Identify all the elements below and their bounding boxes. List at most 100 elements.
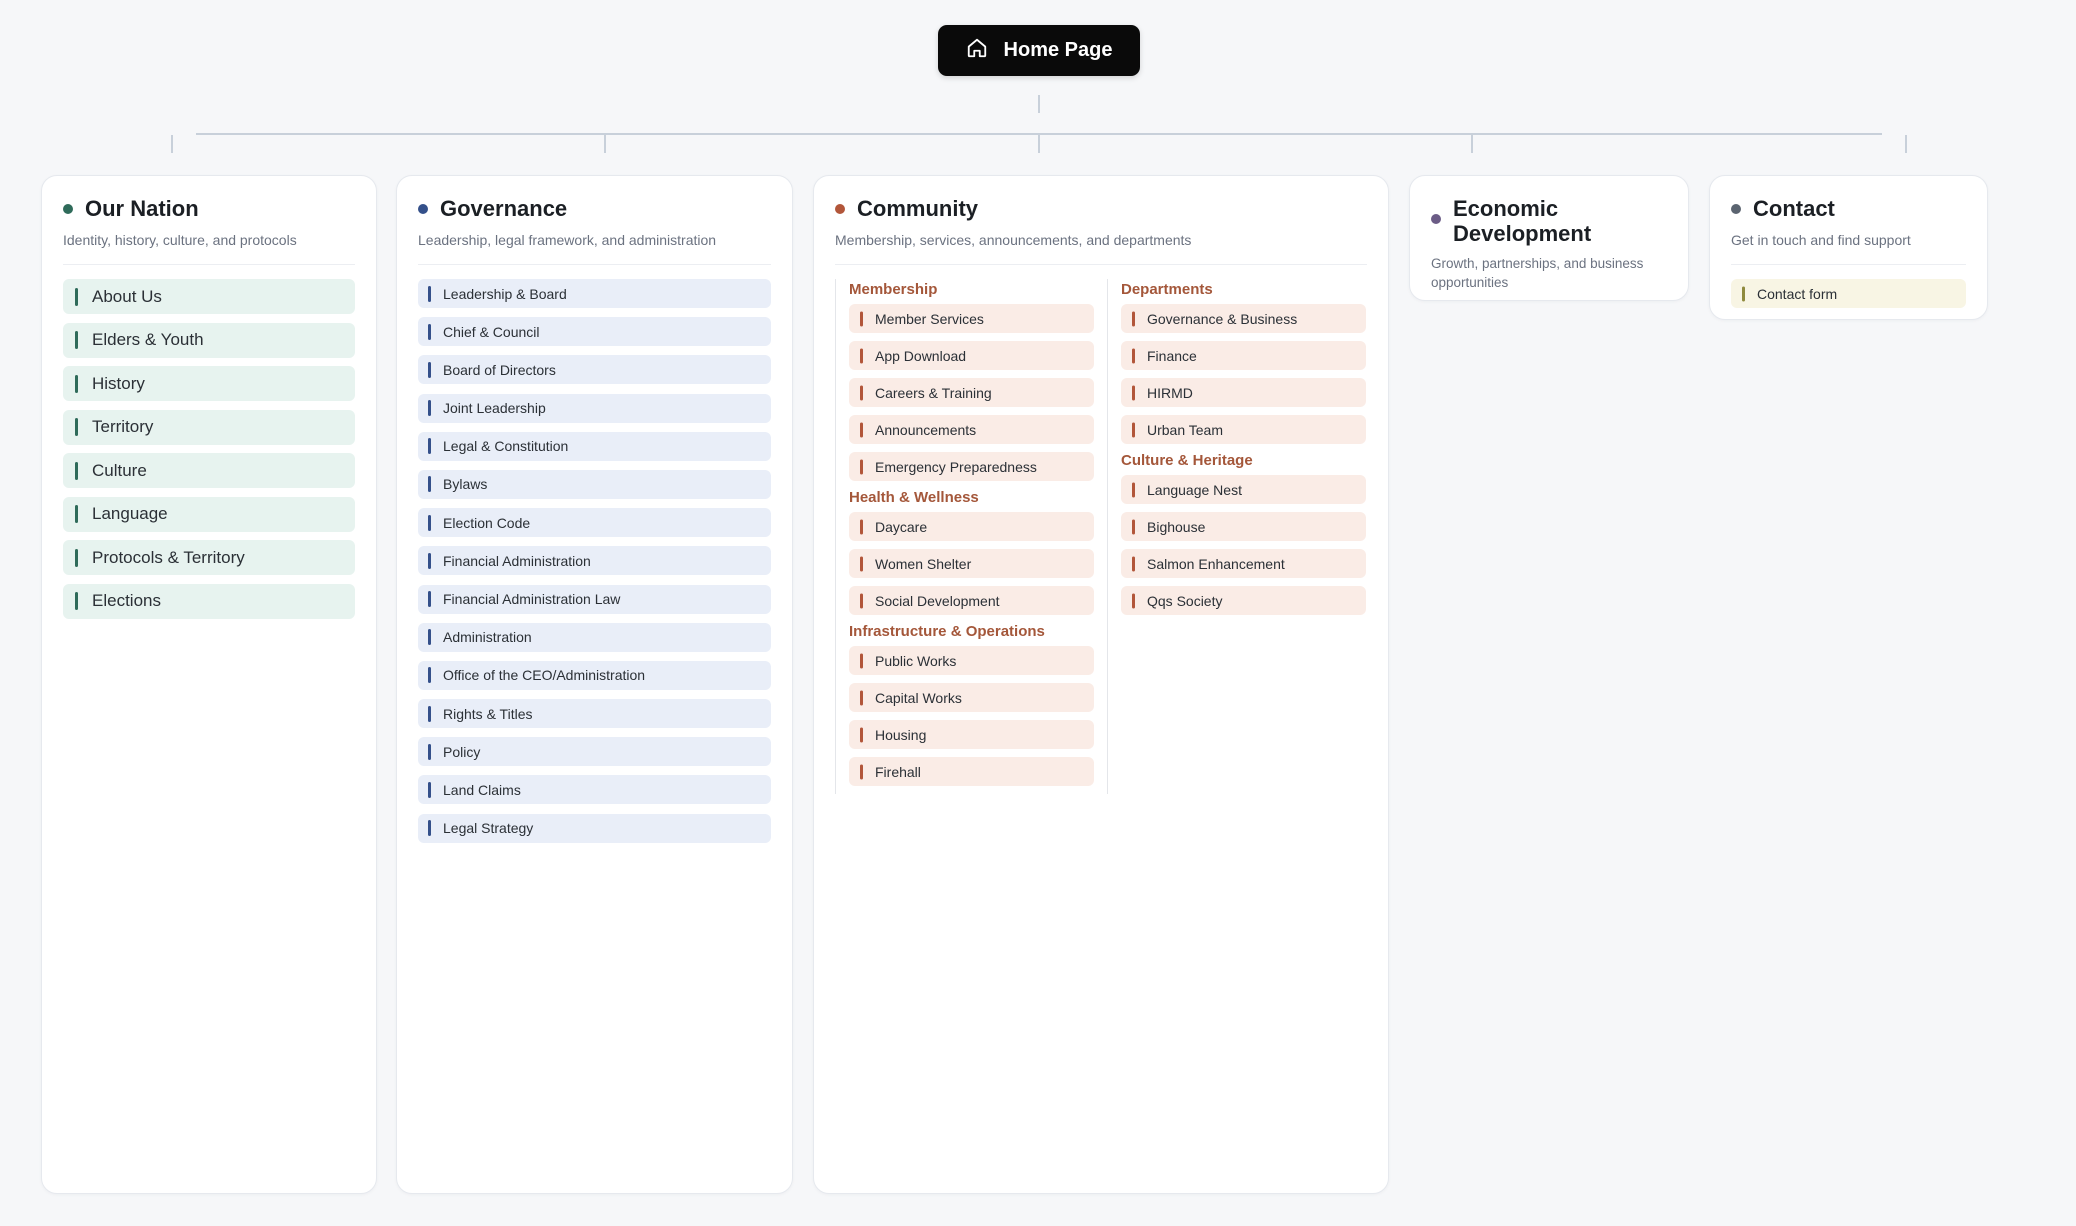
governance-item-policy[interactable]: Policy — [418, 737, 771, 767]
governance-item-land-claims[interactable]: Land Claims — [418, 775, 771, 805]
economic-development-subtitle: Growth, partnerships, and business oppor… — [1431, 256, 1644, 290]
item-accent-bar — [428, 743, 431, 760]
item-label: Leadership & Board — [443, 285, 567, 302]
community-subtitle: Membership, services, announcements, and… — [835, 232, 1192, 248]
item-label: About Us — [92, 286, 162, 306]
home-page-button[interactable]: Home Page — [938, 25, 1140, 76]
community-group-title: Health & Wellness — [849, 489, 979, 506]
nation-item-about-us[interactable]: About Us — [63, 279, 355, 314]
community-right-column: Departments Governance & Business Finance H… — [1107, 279, 1367, 794]
community-item-women-shelter[interactable]: Women Shelter — [849, 549, 1094, 578]
governance-item-rights-and-titles[interactable]: Rights & Titles — [418, 699, 771, 729]
community-item-emergency-preparedness[interactable]: Emergency Preparedness — [849, 452, 1094, 481]
contact-item-contact-form[interactable]: Contact form — [1731, 279, 1966, 308]
item-label: Policy — [443, 743, 481, 760]
item-accent-bar — [428, 705, 431, 722]
nation-item-elections[interactable]: Elections — [63, 583, 355, 619]
item-accent-bar — [428, 400, 431, 417]
item-accent-bar — [428, 514, 431, 531]
governance-item-board-of-directors[interactable]: Board of Directors — [418, 355, 771, 385]
governance-item-leadership-and-board[interactable]: Leadership & Board — [418, 279, 771, 308]
community-item-member-services[interactable]: Member Services — [849, 304, 1094, 333]
community-item-daycare[interactable]: Daycare — [849, 512, 1094, 541]
nation-item-culture[interactable]: Culture — [63, 453, 355, 488]
branch-stem-contact — [1905, 135, 1907, 153]
community-item-housing[interactable]: Housing — [849, 720, 1094, 749]
nation-item-protocols-and-territory[interactable]: Protocols & Territory — [63, 540, 355, 575]
item-label: Administration — [443, 629, 532, 646]
item-accent-bar — [860, 556, 863, 571]
root-stem — [1038, 95, 1040, 113]
item-accent-bar — [75, 592, 78, 610]
community-item-qqs-society[interactable]: Qqs Society — [1121, 586, 1366, 615]
community-item-public-works[interactable]: Public Works — [849, 646, 1094, 675]
community-item-hirmd[interactable]: HIRMD — [1121, 378, 1366, 407]
item-label: HIRMD — [1147, 384, 1193, 401]
governance-item-office-of-the-ceo-administration[interactable]: Office of the CEO/Administration — [418, 660, 771, 690]
item-label: Language Nest — [1147, 481, 1242, 498]
item-label: Housing — [875, 726, 927, 743]
item-accent-bar — [1132, 519, 1135, 534]
governance-item-legal-and-constitution[interactable]: Legal & Constitution — [418, 431, 771, 461]
item-accent-bar — [428, 438, 431, 455]
item-accent-bar — [75, 287, 78, 306]
governance-item-election-code[interactable]: Election Code — [418, 508, 771, 538]
community-group-title: Infrastructure & Operations — [849, 623, 1045, 640]
governance-subtitle: Leadership, legal framework, and adminis… — [418, 232, 717, 248]
community-group-title: Departments — [1121, 281, 1213, 298]
community-item-announcements[interactable]: Announcements — [849, 415, 1094, 444]
community-item-finance[interactable]: Finance — [1121, 341, 1366, 370]
card-divider — [418, 264, 771, 265]
horizontal-connector — [196, 133, 1882, 135]
community-item-bighouse[interactable]: Bighouse — [1121, 512, 1366, 541]
nation-item-history[interactable]: History — [63, 366, 355, 401]
nation-item-language[interactable]: Language — [63, 496, 355, 532]
governance-items: Leadership & Board Chief & Council Board o… — [418, 279, 771, 852]
item-accent-bar — [428, 361, 431, 378]
governance-dot — [418, 203, 428, 214]
item-label: Financial Administration — [443, 552, 591, 569]
item-accent-bar — [860, 593, 863, 608]
item-label: Announcements — [875, 421, 977, 438]
community-item-social-development[interactable]: Social Development — [849, 586, 1094, 615]
community-item-careers-and-training[interactable]: Careers & Training — [849, 378, 1094, 407]
item-accent-bar — [860, 385, 863, 400]
community-item-governance-and-business[interactable]: Governance & Business — [1121, 304, 1366, 333]
card-divider — [835, 264, 1367, 265]
community-card: Community Membership, services, announce… — [813, 175, 1389, 1194]
economic-development-card[interactable]: Economic Development Growth, partnership… — [1409, 175, 1689, 301]
nation-item-elders-and-youth[interactable]: Elders & Youth — [63, 322, 355, 358]
community-item-salmon-enhancement[interactable]: Salmon Enhancement — [1121, 549, 1366, 578]
item-label: Financial Administration Law — [443, 591, 621, 607]
community-header: Community — [835, 196, 1367, 221]
governance-item-administration[interactable]: Administration — [418, 622, 771, 652]
item-accent-bar — [428, 781, 431, 798]
community-item-capital-works[interactable]: Capital Works — [849, 683, 1094, 712]
contact-header: Contact — [1731, 196, 1966, 221]
governance-item-bylaws[interactable]: Bylaws — [418, 469, 771, 499]
contact-subtitle: Get in touch and find support — [1731, 232, 1911, 248]
governance-item-chief-and-council[interactable]: Chief & Council — [418, 317, 771, 347]
item-label: Governance & Business — [1147, 310, 1298, 327]
item-accent-bar — [428, 552, 431, 569]
community-item-app-download[interactable]: App Download — [849, 341, 1094, 370]
item-accent-bar — [428, 476, 431, 493]
our-nation-items: About Us Elders & Youth History Territory Cu… — [63, 279, 355, 627]
governance-item-financial-administration-law[interactable]: Financial Administration Law — [418, 584, 771, 614]
community-item-language-nest[interactable]: Language Nest — [1121, 475, 1366, 504]
governance-item-legal-strategy[interactable]: Legal Strategy — [418, 813, 771, 843]
contact-title: Contact — [1753, 196, 1835, 221]
community-item-firehall[interactable]: Firehall — [849, 757, 1094, 786]
item-accent-bar — [75, 331, 78, 349]
governance-item-financial-administration[interactable]: Financial Administration — [418, 546, 771, 576]
branch-stem-nation — [171, 135, 173, 153]
community-item-urban-team[interactable]: Urban Team — [1121, 415, 1366, 444]
item-accent-bar — [428, 820, 431, 837]
item-label: Qqs Society — [1147, 592, 1223, 609]
nation-item-territory[interactable]: Territory — [63, 409, 355, 445]
governance-item-joint-leadership[interactable]: Joint Leadership — [418, 393, 771, 423]
item-label: Board of Directors — [443, 361, 556, 378]
item-accent-bar — [428, 629, 431, 646]
item-label: Capital Works — [875, 689, 962, 706]
community-title: Community — [857, 196, 978, 221]
